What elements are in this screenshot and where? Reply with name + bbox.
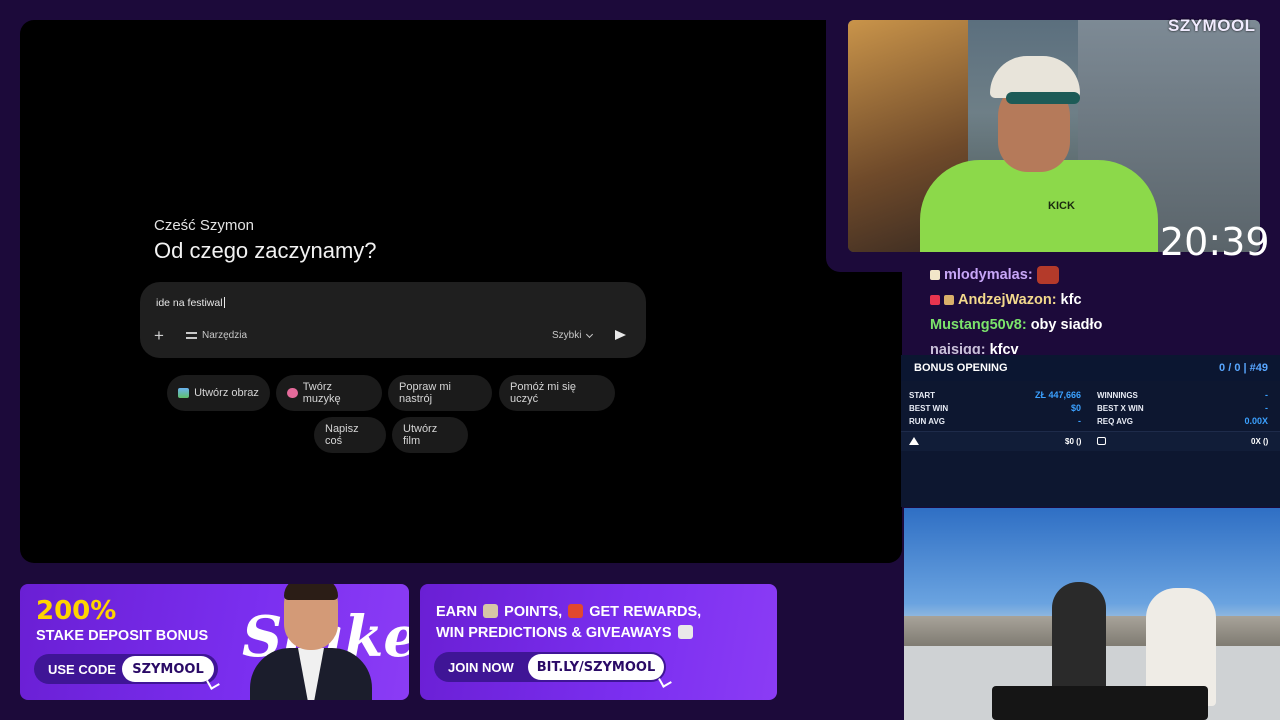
- gift-badge-icon: [944, 294, 954, 305]
- emote-icon: [1036, 265, 1059, 284]
- best-x-win-label: BEST X WIN: [1097, 404, 1144, 413]
- prompt-box[interactable]: ide na festiwal + Narzędzia Szybki: [140, 282, 646, 358]
- cup-badge-icon: [930, 269, 940, 280]
- join-now-label: JOIN NOW: [448, 659, 514, 675]
- scale-icon: [1097, 437, 1106, 445]
- main-screen: Cześć Szymon Od czego zaczynamy? ide na …: [20, 20, 902, 563]
- dj-video: [904, 508, 1280, 720]
- dj-mixer: [992, 686, 1208, 720]
- stake-promo-banner[interactable]: 200% STAKE DEPOSIT BONUS USE CODE SZYMOO…: [20, 584, 409, 700]
- bonus-header: BONUS OPENING 0 / 0 | #49: [901, 355, 1280, 381]
- earn-text: EARN: [436, 604, 478, 620]
- start-label: START: [909, 391, 936, 400]
- chat-user: naisiqq:: [930, 341, 986, 355]
- run-avg-label: RUN AVG: [909, 417, 945, 426]
- dj-performer-left: [1052, 582, 1106, 702]
- best-x-win-value: -: [1265, 403, 1268, 413]
- plus-icon[interactable]: +: [154, 327, 164, 345]
- chip-help-learn[interactable]: Pomóż mi się uczyć: [499, 375, 615, 411]
- chip-label: Utwórz film: [403, 423, 438, 447]
- rewards-promo-banner[interactable]: EARN POINTS, GET REWARDS, WIN PREDICTION…: [420, 584, 777, 700]
- req-avg-value: 0.00X: [1244, 416, 1268, 426]
- predictions-text: WIN PREDICTIONS & GIVEAWAYS: [436, 625, 672, 641]
- promo2-line1: EARN POINTS, GET REWARDS,: [436, 604, 701, 620]
- best-win-value: $0: [1070, 403, 1081, 413]
- use-code-label: USE CODE: [48, 661, 116, 677]
- cam-shirt-text: KICK: [1048, 200, 1075, 212]
- rewards-text: GET REWARDS,: [589, 604, 702, 620]
- chat-user: AndzejWazon:: [958, 291, 1057, 308]
- dice-icon: [677, 625, 693, 639]
- gift-icon: [568, 604, 584, 618]
- cam-person-body: [920, 160, 1158, 252]
- chat-message: AndzejWazon: kfc: [930, 287, 1260, 312]
- promo-percent: 200%: [36, 596, 117, 626]
- chat-message: Mustang50v8: oby siadło: [930, 312, 1260, 337]
- page-title: Od czego zaczynamy?: [154, 238, 377, 263]
- promo2-line2: WIN PREDICTIONS & GIVEAWAYS: [436, 625, 695, 641]
- brand-logo: SZYMOOL: [1168, 16, 1256, 35]
- chip-improve-mood[interactable]: Popraw mi nastrój: [388, 375, 492, 411]
- foot-right-value: 0X (): [1251, 437, 1269, 446]
- chip-label: Popraw mi nastrój: [399, 381, 451, 405]
- promo-code[interactable]: SZYMOOL: [122, 656, 214, 682]
- promo-line: STAKE DEPOSIT BONUS: [36, 628, 209, 644]
- chip-label: Pomóż mi się uczyć: [510, 381, 577, 405]
- speed-dropdown[interactable]: Szybki: [552, 330, 594, 341]
- bonus-count: 0 / 0 | #49: [1219, 362, 1268, 374]
- text-caret: [223, 297, 225, 308]
- bonus-panel: BONUS OPENING 0 / 0 | #49 START ZŁ 447,6…: [901, 355, 1280, 507]
- cam-person-cap-brim: [1006, 92, 1080, 104]
- points-text: POINTS,: [504, 604, 563, 620]
- chat-text: kfc: [1060, 291, 1082, 308]
- prompt-input[interactable]: ide na festiwal: [156, 297, 225, 309]
- run-avg-value: -: [1078, 416, 1081, 426]
- webcam-feed: KICK: [848, 20, 1260, 252]
- clock: 20:39: [1160, 220, 1270, 264]
- prompt-value: ide na festiwal: [156, 297, 223, 309]
- bonus-footer: $0 () 0X (): [901, 431, 1280, 451]
- bonus-title: BONUS OPENING: [914, 362, 1008, 374]
- winnings-value: -: [1265, 390, 1268, 400]
- coin-stack-icon: [483, 604, 499, 618]
- chat-user: mlodymalas:: [944, 266, 1033, 283]
- chip-label: Napisz coś: [325, 423, 359, 447]
- winnings-label: WINNINGS: [1097, 391, 1138, 400]
- chat-message: naisiqq: kfcv: [930, 337, 1260, 355]
- tools-button[interactable]: Narzędzia: [186, 330, 247, 341]
- promo-link[interactable]: BIT.LY/SZYMOOL: [528, 654, 664, 680]
- req-avg-label: REQ AVG: [1097, 417, 1134, 426]
- tools-label: Narzędzia: [202, 330, 248, 341]
- image-icon: [178, 388, 190, 398]
- chat-text: kfcv: [989, 341, 1019, 355]
- chat-box: mlodymalas: AndzejWazon: kfc Mustang50v8…: [930, 262, 1260, 354]
- chip-label: Twórz muzykę: [302, 381, 341, 405]
- chip-label: Utwórz obraz: [194, 387, 259, 399]
- heart-badge-icon: [930, 294, 940, 305]
- foot-left-value: $0 (): [1065, 437, 1082, 446]
- tools-icon: [186, 331, 197, 340]
- chip-create-film[interactable]: Utwórz film: [392, 417, 468, 453]
- speed-label: Szybki: [552, 330, 582, 341]
- person-hair: [284, 584, 338, 600]
- promo-person: [250, 584, 372, 700]
- start-value: ZŁ 447,666: [1034, 390, 1081, 400]
- chip-create-music[interactable]: Twórz muzykę: [276, 375, 382, 411]
- chip-create-image[interactable]: Utwórz obraz: [167, 375, 270, 411]
- chip-write[interactable]: Napisz coś: [314, 417, 386, 453]
- send-icon[interactable]: [615, 330, 626, 340]
- chat-text: oby siadło: [1030, 316, 1103, 333]
- chat-message: mlodymalas:: [930, 262, 1260, 287]
- guitar-icon: [287, 388, 298, 398]
- crown-icon: [909, 437, 919, 445]
- greeting: Cześć Szymon: [154, 217, 255, 234]
- best-win-label: BEST WIN: [909, 404, 949, 413]
- chat-user: Mustang50v8:: [930, 316, 1027, 333]
- chevron-down-icon: [586, 330, 594, 338]
